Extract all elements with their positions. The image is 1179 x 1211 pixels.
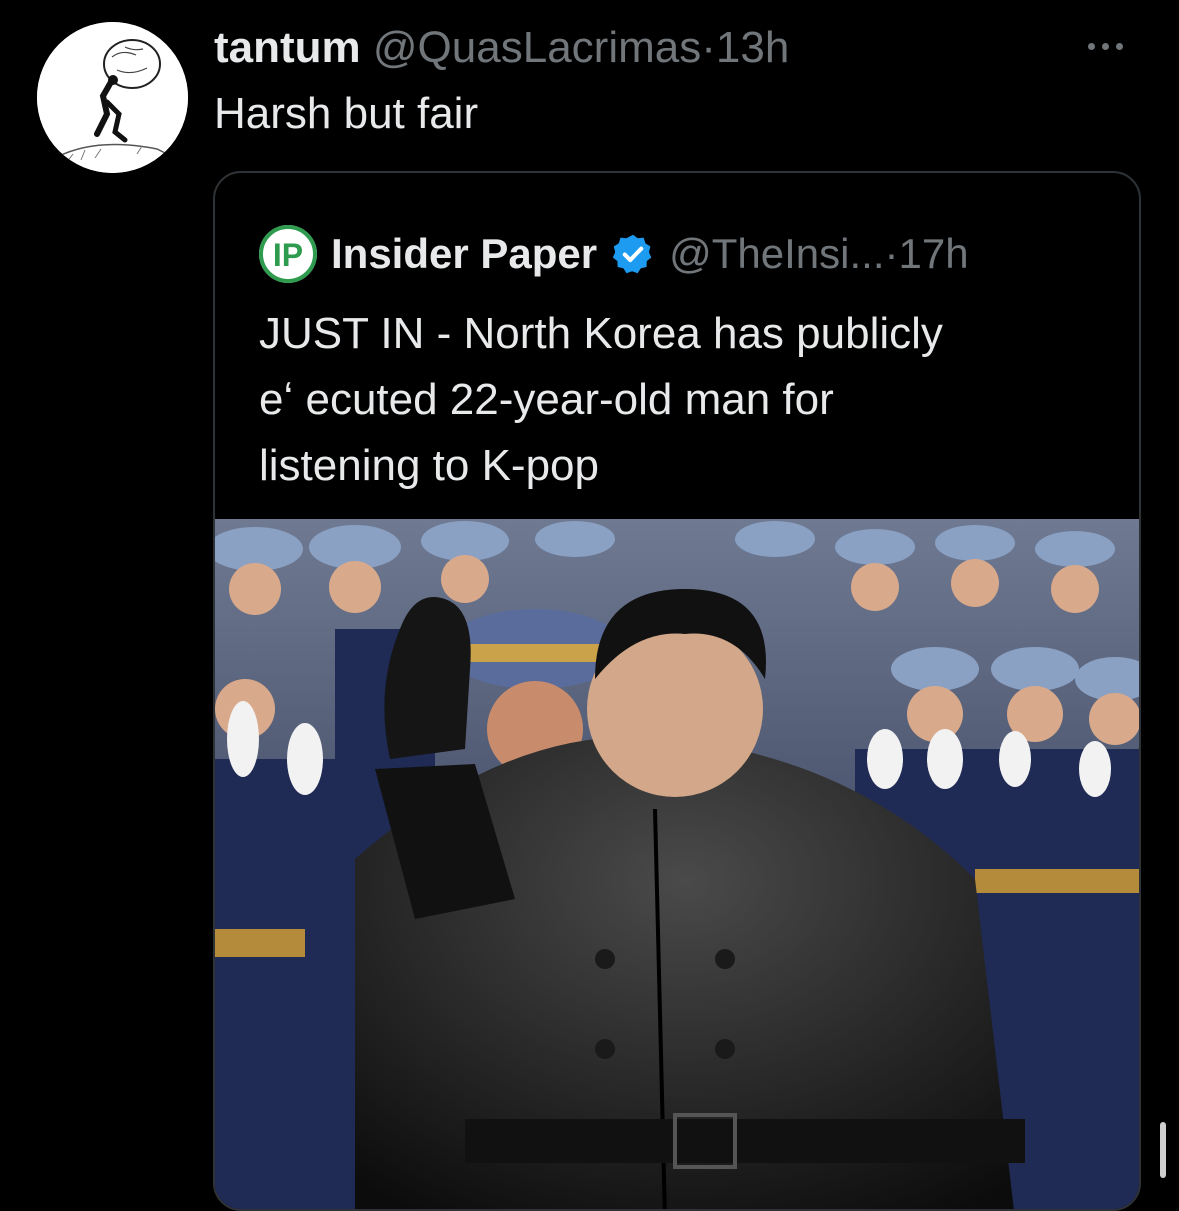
quoted-tweet-header: IP Insider Paper @TheInsi... · 17h — [259, 225, 969, 283]
quoted-separator-dot: · — [884, 230, 899, 277]
quoted-author-name[interactable]: Insider Paper — [331, 230, 597, 278]
scrollbar[interactable] — [1160, 1122, 1166, 1178]
quoted-tweet-card[interactable]: IP Insider Paper @TheInsi... · 17h JUST IN… — [213, 171, 1141, 1211]
quoted-tweet-text: JUST IN - North Korea has publicly eʻ ec… — [259, 301, 1099, 499]
tweet-header: tantum @QuasLacrimas·13h — [214, 22, 789, 74]
user-avatar[interactable] — [37, 22, 188, 173]
quoted-text-line: JUST IN - North Korea has publicly — [259, 309, 943, 358]
logo-text: IP — [273, 237, 303, 273]
quoted-text-line: listening to K-pop — [259, 441, 599, 490]
quoted-timestamp[interactable]: 17h — [898, 230, 968, 278]
insider-paper-logo-icon[interactable]: IP — [259, 225, 317, 283]
more-options-icon[interactable] — [1088, 36, 1138, 56]
verified-badge-icon — [612, 234, 652, 274]
author-handle[interactable]: @QuasLacrimas — [373, 23, 701, 72]
quoted-tweet-photo[interactable] — [215, 519, 1139, 1209]
sisyphus-avatar-icon — [37, 22, 188, 173]
tweet-timestamp[interactable]: 13h — [716, 23, 789, 72]
news-photo-icon — [215, 519, 1139, 1209]
quoted-text-line: eʻ ecuted 22-year-old man for — [259, 375, 834, 424]
tweet-text: Harsh but fair — [214, 89, 479, 138]
separator-dot: · — [701, 23, 716, 72]
author-display-name[interactable]: tantum — [214, 23, 361, 72]
quoted-author-handle[interactable]: @TheInsi... — [669, 230, 884, 278]
